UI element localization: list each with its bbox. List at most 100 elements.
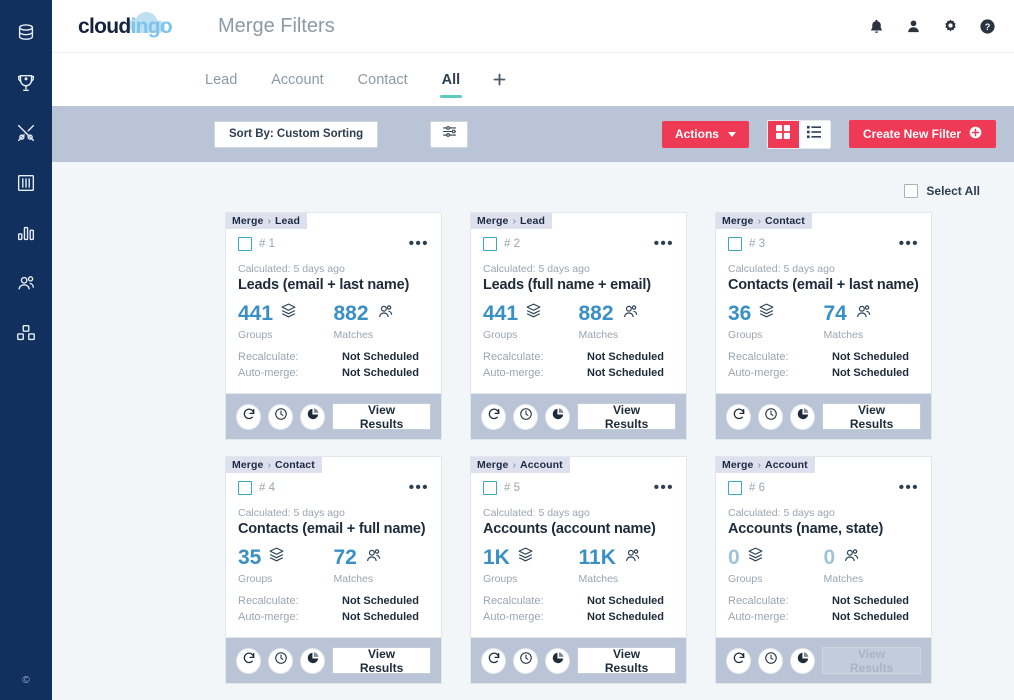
recalculate-label: Recalculate: [483, 595, 544, 607]
bell-icon[interactable] [868, 18, 885, 35]
filter-settings-button[interactable] [430, 120, 469, 148]
cloudingo-logo[interactable]: cloudingo [78, 6, 174, 46]
badge-object: Merge [232, 459, 264, 471]
layers-icon [525, 302, 542, 324]
card-menu-button[interactable]: ••• [654, 236, 674, 251]
help-icon[interactable]: ? [979, 18, 996, 35]
card-select-checkbox[interactable] [238, 481, 252, 495]
groups-label: Groups [238, 573, 273, 585]
card-footer: View Results [471, 393, 686, 439]
pie-chart-icon [306, 651, 320, 670]
card-menu-button[interactable]: ••• [899, 236, 919, 251]
recalculate-button[interactable] [726, 403, 752, 430]
automerge-row: Auto-merge: Not Scheduled [728, 611, 919, 623]
schedule-button[interactable] [513, 403, 539, 430]
report-button[interactable] [300, 403, 326, 430]
badge-object: Merge [722, 459, 754, 471]
card-select-checkbox[interactable] [728, 481, 742, 495]
sort-by-button[interactable]: Sort By: Custom Sorting [214, 120, 379, 148]
chevron-down-icon [727, 131, 736, 137]
card-title: Accounts (name, state) [728, 521, 884, 537]
badge-object: Merge [477, 215, 509, 227]
user-icon[interactable] [905, 18, 922, 35]
tab-account[interactable]: Account [254, 53, 340, 107]
recalculate-button[interactable] [481, 403, 507, 430]
recalculate-button[interactable] [236, 647, 262, 674]
view-results-button[interactable]: View Results [577, 647, 677, 675]
report-button[interactable] [790, 403, 816, 430]
tab-lead[interactable]: Lead [188, 53, 254, 107]
view-results-button[interactable]: View Results [332, 403, 432, 431]
top-bar: cloudingo Merge Filters ? [52, 0, 1014, 52]
recalculate-label: Recalculate: [728, 595, 789, 607]
view-results-button[interactable]: View Results [822, 403, 922, 431]
actions-button[interactable]: Actions [661, 120, 749, 148]
card-body: # 2 ••• Calculated: 5 days ago Leads (full … [471, 213, 686, 393]
sidebar-item-database[interactable] [0, 8, 52, 58]
schedule-button[interactable] [268, 647, 294, 674]
card-stats: 441 Groups 882 Matches [483, 300, 674, 341]
tab-bar: Lead Account Contact All [52, 52, 1014, 106]
recalculate-button[interactable] [726, 647, 752, 674]
sidebar-item-tools[interactable] [0, 108, 52, 158]
select-all-row: Select All [70, 162, 996, 198]
create-new-filter-button[interactable]: Create New Filter [848, 120, 996, 148]
select-all-checkbox[interactable] [904, 184, 919, 198]
card-type-badge: Merge › Contact [226, 457, 322, 473]
tab-all[interactable]: All [425, 53, 478, 107]
schedule-button[interactable] [758, 403, 784, 430]
badge-separator: › [267, 459, 272, 471]
card-schedule-info: Recalculate: Not Scheduled Auto-merge: Not … [728, 351, 919, 379]
card-body: # 5 ••• Calculated: 5 days ago Accounts (ac… [471, 457, 686, 637]
sidebar-item-library[interactable] [0, 158, 52, 208]
gear-icon[interactable] [942, 18, 959, 35]
card-body: # 3 ••• Calculated: 5 days ago Contacts (em… [716, 213, 931, 393]
schedule-button[interactable] [758, 647, 784, 674]
card-select-checkbox[interactable] [483, 481, 497, 495]
report-button[interactable] [545, 647, 571, 674]
layers-icon [747, 546, 764, 568]
schedule-button[interactable] [268, 403, 294, 430]
card-select-checkbox[interactable] [238, 237, 252, 251]
grid-view-button[interactable] [767, 120, 799, 148]
report-button[interactable] [545, 403, 571, 430]
app-root: © cloudingo Merge Filters ? Lead Account… [0, 0, 1014, 700]
card-header-row: # 1 ••• [238, 235, 429, 253]
schedule-button[interactable] [513, 647, 539, 674]
groups-stat: 1K Groups [483, 544, 579, 585]
add-tab-icon[interactable] [477, 71, 522, 88]
view-results-button[interactable]: View Results [332, 647, 432, 675]
view-results-button[interactable]: View Results [577, 403, 677, 431]
tab-contact[interactable]: Contact [341, 53, 425, 107]
logo-text: cloudingo [78, 16, 173, 46]
card-menu-button[interactable]: ••• [409, 480, 429, 495]
recalculate-button[interactable] [236, 403, 262, 430]
groups-value: 36 [728, 301, 752, 325]
sidebar-item-reports[interactable] [0, 208, 52, 258]
groups-label: Groups [728, 573, 763, 585]
card-menu-button[interactable]: ••• [409, 236, 429, 251]
card-menu-button[interactable]: ••• [899, 480, 919, 495]
groups-label: Groups [238, 329, 273, 341]
sidebar-item-quality[interactable] [0, 58, 52, 108]
sidebar-item-modules[interactable] [0, 308, 52, 358]
matches-stat: 72 Matches [334, 544, 430, 585]
filter-card: Merge › Lead # 2 ••• Calculated: 5 days ago Le… [470, 212, 687, 440]
list-view-button[interactable] [799, 121, 830, 148]
recalculate-label: Recalculate: [483, 351, 544, 363]
card-title: Accounts (account name) [483, 521, 656, 537]
sidebar-item-users[interactable] [0, 258, 52, 308]
groups-value: 441 [238, 301, 274, 325]
sidebar: © [0, 0, 52, 700]
card-select-checkbox[interactable] [728, 237, 742, 251]
matches-stat-row: 882 [579, 300, 675, 326]
recalculate-button[interactable] [481, 647, 507, 674]
matches-stat: 0 Matches [824, 544, 920, 586]
card-menu-button[interactable]: ••• [654, 480, 674, 495]
card-title: Contacts (email + last name) [728, 277, 919, 293]
card-select-checkbox[interactable] [483, 237, 497, 251]
svg-text:?: ? [985, 22, 991, 32]
recalculate-row: Recalculate: Not Scheduled [238, 595, 429, 607]
report-button[interactable] [790, 647, 816, 674]
report-button[interactable] [300, 647, 326, 674]
